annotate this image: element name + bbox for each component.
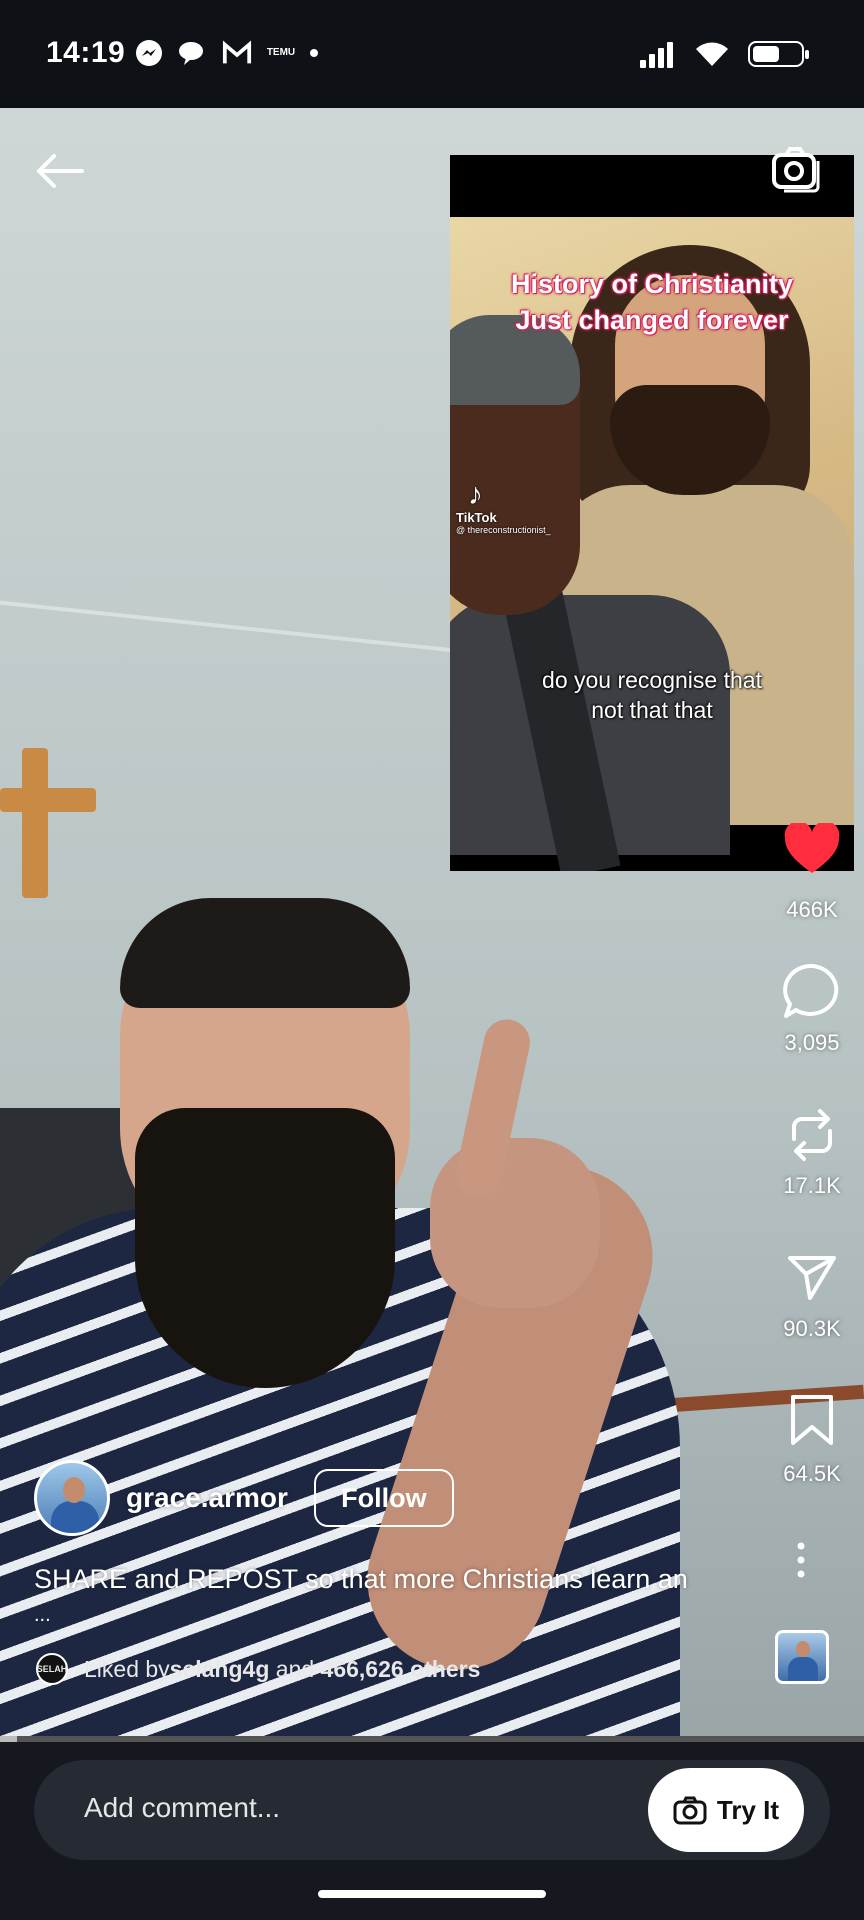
wall-cross-bar bbox=[0, 788, 96, 812]
author-row: grace.armor Follow bbox=[34, 1460, 454, 1536]
notification-icons: TEMU bbox=[134, 38, 318, 68]
save-count: 64.5K bbox=[783, 1461, 841, 1486]
liked-avatar-text: SELAH bbox=[36, 1664, 68, 1674]
gmail-icon bbox=[222, 38, 252, 68]
chat-bubbles-icon bbox=[178, 38, 208, 68]
home-indicator[interactable] bbox=[318, 1890, 546, 1898]
liked-by-user[interactable]: selahg4g bbox=[170, 1656, 270, 1683]
follow-button[interactable]: Follow bbox=[313, 1469, 454, 1527]
liked-by-count[interactable]: 466,626 others bbox=[321, 1656, 481, 1683]
caption-more[interactable]: ... bbox=[34, 1604, 51, 1627]
liked-by-middle: and bbox=[269, 1655, 321, 1682]
like-count: 466K bbox=[786, 897, 838, 922]
author-username[interactable]: grace.armor bbox=[126, 1482, 288, 1514]
save-action[interactable]: 64.5K bbox=[760, 1393, 864, 1487]
share-count: 90.3K bbox=[783, 1316, 841, 1341]
status-bar: 14:19 TEMU bbox=[0, 0, 864, 108]
share-action[interactable]: 90.3K bbox=[760, 1252, 864, 1342]
tiktok-watermark-label: TikTok bbox=[456, 510, 497, 525]
signal-icon bbox=[640, 42, 673, 68]
liked-by-row[interactable]: SELAH Liked by selahg4g and 466,626 othe… bbox=[36, 1653, 480, 1685]
inset-title-line1: History of Christianity bbox=[510, 269, 794, 299]
comment-bar[interactable]: Add comment... Try It bbox=[34, 1760, 830, 1860]
send-icon[interactable] bbox=[786, 1252, 838, 1302]
messenger-icon bbox=[134, 38, 164, 68]
tiktok-note-icon: ♪ bbox=[468, 478, 483, 511]
tiktok-watermark-handle: @ thereconstructionist_ bbox=[456, 525, 551, 535]
temu-icon: TEMU bbox=[266, 38, 296, 68]
liked-by-avatar: SELAH bbox=[36, 1653, 68, 1685]
battery-icon bbox=[748, 41, 809, 67]
inset-title-line2: Just changed forever bbox=[515, 305, 789, 335]
system-icons bbox=[640, 40, 809, 68]
inset-video[interactable]: History of Christianity Just changed for… bbox=[450, 155, 854, 871]
tiktok-watermark: ♪ TikTok @ thereconstructionist_ bbox=[456, 478, 551, 536]
status-time: 14:19 bbox=[46, 36, 126, 69]
inset-subtitle-line2: not that that bbox=[591, 697, 713, 723]
comment-action[interactable]: 3,095 bbox=[760, 962, 864, 1056]
like-action[interactable]: 466K bbox=[760, 823, 864, 923]
dot-icon bbox=[310, 49, 318, 57]
more-options-icon[interactable] bbox=[796, 1540, 806, 1580]
camera-icon[interactable] bbox=[770, 145, 822, 193]
try-it-button[interactable]: Try It bbox=[648, 1768, 804, 1852]
repost-count: 17.1K bbox=[783, 1173, 841, 1198]
bookmark-icon[interactable] bbox=[789, 1393, 835, 1447]
wall-cross bbox=[22, 748, 48, 898]
repost-icon[interactable] bbox=[784, 1105, 840, 1165]
comment-bubble-icon[interactable] bbox=[782, 962, 842, 1020]
author-avatar[interactable] bbox=[34, 1460, 110, 1536]
audio-thumbnail[interactable] bbox=[775, 1630, 829, 1684]
liked-by-prefix: Liked by bbox=[84, 1655, 170, 1682]
repost-action[interactable]: 17.1K bbox=[760, 1105, 864, 1199]
back-arrow-icon[interactable] bbox=[32, 150, 88, 192]
comment-input[interactable]: Add comment... bbox=[84, 1792, 280, 1824]
temu-label: TEMU bbox=[266, 47, 296, 58]
post-caption[interactable]: SHARE and REPOST so that more Christians… bbox=[34, 1562, 764, 1596]
camera-outline-icon bbox=[673, 1796, 707, 1825]
comment-count: 3,095 bbox=[784, 1030, 840, 1055]
try-it-label: Try It bbox=[716, 1794, 780, 1825]
inset-subtitle-line1: do you recognise that bbox=[542, 667, 762, 693]
wifi-icon bbox=[696, 42, 728, 66]
heart-icon[interactable] bbox=[783, 823, 841, 875]
